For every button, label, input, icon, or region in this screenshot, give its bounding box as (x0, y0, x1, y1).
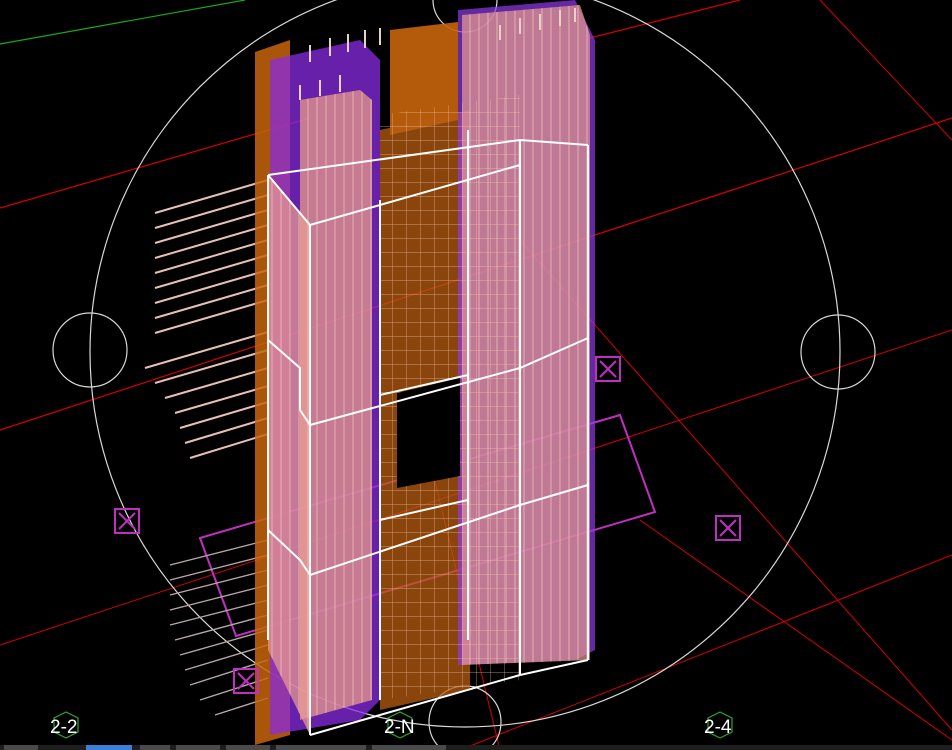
grid-marker-label-2-n[interactable]: 2-N (384, 717, 415, 739)
core-opening (397, 378, 460, 488)
tab-chip[interactable] (372, 745, 446, 750)
rebar-bundle-left (144, 179, 269, 459)
tab-chip[interactable] (226, 745, 270, 750)
support-marker[interactable] (595, 356, 621, 382)
tab-chip[interactable] (140, 745, 170, 750)
3d-model-viewport[interactable] (0, 0, 952, 750)
bottom-tab-strip (0, 745, 952, 750)
support-marker[interactable] (114, 508, 140, 534)
grid-marker-label-2-2[interactable]: 2-2 (50, 717, 77, 739)
tab-chip[interactable] (176, 745, 220, 750)
tab-chip[interactable] (276, 745, 366, 750)
support-marker[interactable] (233, 668, 259, 694)
support-marker[interactable] (715, 515, 741, 541)
tab-chip[interactable] (4, 745, 38, 750)
wall-panels (268, 5, 590, 735)
tab-chip-active[interactable] (86, 745, 132, 750)
grid-marker-label-2-4[interactable]: 2-4 (704, 717, 731, 739)
